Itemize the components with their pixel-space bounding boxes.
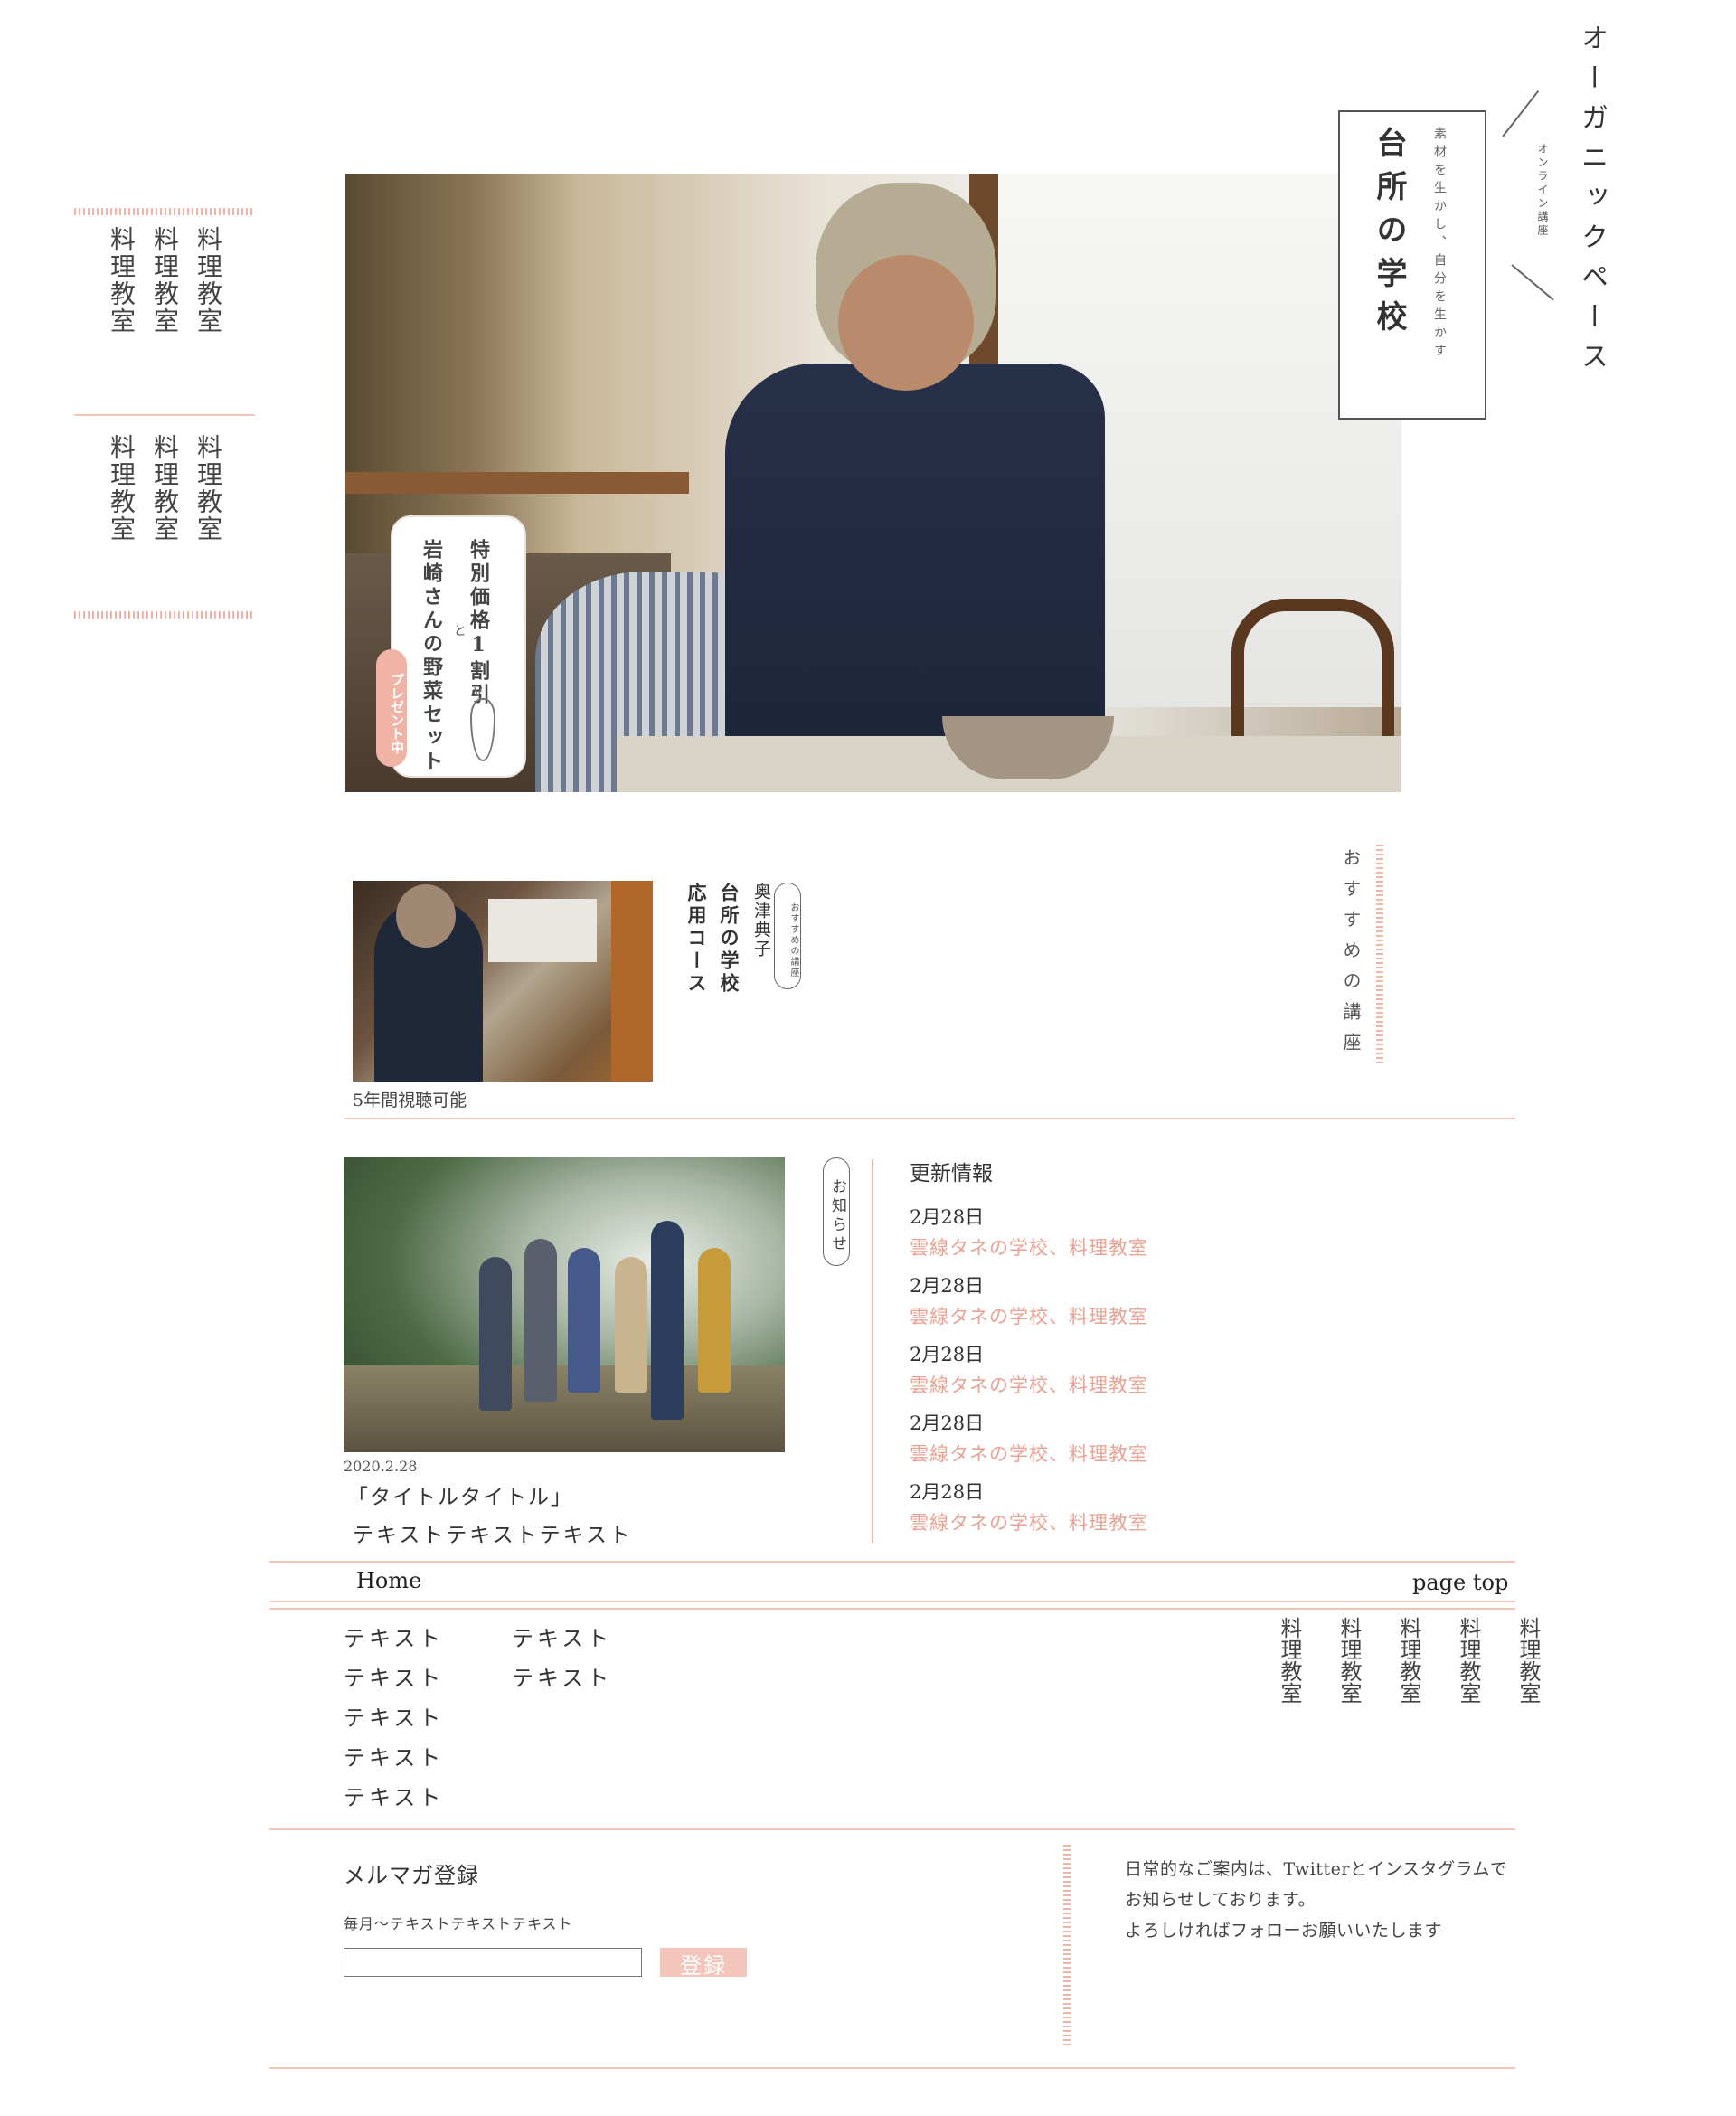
footer-divider bbox=[269, 1608, 1515, 1610]
news-label: お知らせ bbox=[823, 1157, 850, 1266]
radish-leaf-icon: ᐯ bbox=[474, 685, 483, 700]
course-photo[interactable] bbox=[353, 881, 653, 1082]
news-date: 2020.2.28 bbox=[344, 1458, 418, 1475]
update-date: 2月28日 bbox=[910, 1275, 985, 1297]
left-menu-group-1: 料理教室 料理教室 料理教室 bbox=[99, 226, 230, 335]
sns-notice: 日常的なご案内は、Twitterとインスタグラムで お知らせしております。 よろ… bbox=[1125, 1854, 1507, 1946]
sns-notice-line: 日常的なご案内は、Twitterとインスタグラムで bbox=[1125, 1859, 1508, 1879]
page-top-link[interactable]: page top bbox=[1412, 1570, 1508, 1595]
brand-name[interactable]: オーガニックペース bbox=[1571, 24, 1611, 382]
news-divider bbox=[872, 1159, 873, 1543]
footer-link[interactable]: テキスト bbox=[512, 1658, 612, 1698]
left-menu-group-2: 料理教室 料理教室 料理教室 bbox=[99, 434, 230, 543]
footer-menu-item[interactable]: 料理教室 bbox=[1307, 1617, 1367, 1704]
updates-heading: 更新情報 bbox=[910, 1162, 993, 1186]
newsletter-submit-button[interactable]: 登録 bbox=[660, 1948, 747, 1979]
footer-menu-item[interactable]: 料理教室 bbox=[1427, 1617, 1486, 1704]
newsletter-email-input[interactable] bbox=[344, 1948, 642, 1977]
update-item: 2月28日 雲線タネの学校、料理教室 bbox=[910, 1271, 1148, 1329]
menu-divider bbox=[74, 208, 255, 215]
menu-divider bbox=[74, 611, 255, 619]
update-item: 2月28日 雲線タネの学校、料理教室 bbox=[910, 1409, 1148, 1467]
logo-title: 台所の学校 bbox=[1371, 127, 1407, 344]
update-item: 2月28日 雲線タネの学校、料理教室 bbox=[910, 1203, 1148, 1261]
course-name[interactable]: 応用コース bbox=[680, 883, 712, 996]
left-menu-item[interactable]: 料理教室 bbox=[99, 226, 143, 335]
news-text: テキストテキストテキスト bbox=[353, 1524, 633, 1547]
update-item: 2月28日 雲線タネの学校、料理教室 bbox=[910, 1478, 1148, 1535]
logo-tag: オンライン講座 bbox=[1536, 143, 1549, 238]
footer-link[interactable]: テキスト bbox=[344, 1738, 444, 1778]
promo-and: と bbox=[452, 624, 467, 637]
left-menu-item[interactable]: 料理教室 bbox=[99, 434, 143, 543]
course-school[interactable]: 台所の学校 bbox=[712, 883, 745, 996]
update-date: 2月28日 bbox=[910, 1481, 985, 1503]
update-date: 2月28日 bbox=[910, 1206, 985, 1228]
footer-links-col-1: テキスト テキスト テキスト テキスト テキスト bbox=[344, 1619, 444, 1818]
update-link[interactable]: 雲線タネの学校、料理教室 bbox=[910, 1508, 1148, 1535]
footer-link[interactable]: テキスト bbox=[344, 1658, 444, 1698]
newsletter-title: メルマガ登録 bbox=[344, 1863, 479, 1888]
update-link[interactable]: 雲線タネの学校、料理教室 bbox=[910, 1302, 1148, 1329]
left-menu-item[interactable]: 料理教室 bbox=[143, 226, 186, 335]
logo-divider bbox=[1511, 264, 1554, 301]
left-menu-item[interactable]: 料理教室 bbox=[186, 226, 230, 335]
footer-link[interactable]: テキスト bbox=[512, 1619, 612, 1658]
footer-divider bbox=[269, 1561, 1515, 1563]
course-instructor: 奥津典子 bbox=[751, 883, 771, 959]
footer-menu-item[interactable]: 料理教室 bbox=[1367, 1617, 1427, 1704]
course-caption: 5年間視聴可能 bbox=[353, 1091, 467, 1110]
sns-notice-line: よろしければフォローお願いいたします bbox=[1125, 1921, 1443, 1941]
update-date: 2月28日 bbox=[910, 1344, 985, 1365]
footer-link[interactable]: テキスト bbox=[344, 1698, 444, 1738]
news-photo[interactable] bbox=[344, 1157, 785, 1452]
promo-badge: プレゼント中 bbox=[376, 649, 407, 767]
footer-divider bbox=[269, 1828, 1515, 1830]
sns-notice-line: お知らせしております。 bbox=[1125, 1890, 1316, 1910]
footer-divider bbox=[1063, 1845, 1071, 2045]
section-divider bbox=[345, 1118, 1515, 1119]
course-tag: おすすめの講座 bbox=[774, 883, 801, 989]
update-date: 2月28日 bbox=[910, 1412, 985, 1434]
update-link[interactable]: 雲線タネの学校、料理教室 bbox=[910, 1440, 1148, 1467]
menu-divider bbox=[74, 414, 255, 416]
section-title-recommended: おすすめの講座 bbox=[1340, 848, 1362, 1063]
home-link[interactable]: Home bbox=[356, 1568, 421, 1593]
left-menu-item[interactable]: 料理教室 bbox=[186, 434, 230, 543]
footer-link[interactable]: テキスト bbox=[344, 1778, 444, 1818]
footer-link[interactable]: テキスト bbox=[344, 1619, 444, 1658]
promo-card[interactable] bbox=[391, 515, 526, 778]
logo-subtitle: 素材を生かし、自分を生かす bbox=[1432, 127, 1447, 362]
footer-menu-item[interactable]: 料理教室 bbox=[1248, 1617, 1307, 1704]
update-item: 2月28日 雲線タネの学校、料理教室 bbox=[910, 1340, 1148, 1398]
footer-divider bbox=[269, 1601, 1515, 1602]
footer-right-menu: 料理教室 料理教室 料理教室 料理教室 料理教室 bbox=[1248, 1617, 1546, 1704]
promo-discount: 特別価格1割引 bbox=[467, 539, 490, 707]
newsletter-description: 毎月〜テキストテキストテキスト bbox=[344, 1915, 573, 1932]
update-link[interactable]: 雲線タネの学校、料理教室 bbox=[910, 1233, 1148, 1261]
promo-vegetables: 岩崎さんの野菜セット bbox=[420, 539, 443, 774]
update-link[interactable]: 雲線タネの学校、料理教室 bbox=[910, 1371, 1148, 1398]
footer-divider bbox=[269, 2067, 1515, 2069]
news-title[interactable]: 「タイトルタイトル」 bbox=[347, 1479, 573, 1510]
logo-divider bbox=[1502, 90, 1540, 137]
logo-box[interactable] bbox=[1338, 110, 1486, 420]
footer-menu-item[interactable]: 料理教室 bbox=[1486, 1617, 1546, 1704]
section-divider bbox=[1376, 845, 1383, 1065]
footer-links-col-2: テキスト テキスト bbox=[512, 1619, 612, 1698]
left-menu-item[interactable]: 料理教室 bbox=[143, 434, 186, 543]
